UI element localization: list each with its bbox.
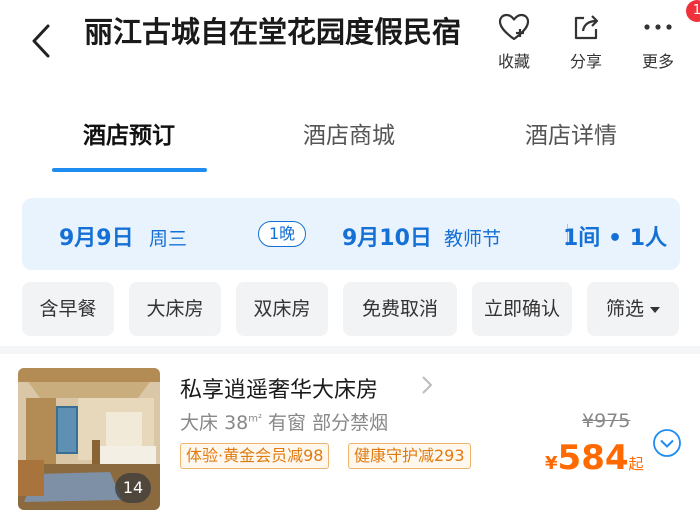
price-currency: ¥: [545, 453, 558, 474]
room-card[interactable]: 私享逍遥奢华大床房 大床 38m² 有窗 部分禁烟 体验·黄金会员减98 健康守…: [0, 354, 700, 519]
area-value: 38: [224, 412, 249, 434]
nights-badge: 1晚: [258, 221, 307, 247]
expand-chevron-icon[interactable]: [652, 428, 682, 458]
price-value: 584: [557, 438, 629, 478]
chevron-right-icon: [422, 376, 433, 394]
filter-button[interactable]: 筛选: [587, 282, 679, 336]
tab-hotel-details[interactable]: 酒店详情: [471, 116, 671, 150]
filter-free-cancel[interactable]: 免费取消: [343, 282, 457, 336]
section-divider: [0, 346, 700, 354]
smoking-info: 部分禁烟: [312, 412, 389, 434]
room-attributes: 大床 38m² 有窗 部分禁烟: [180, 408, 388, 435]
checkout-date[interactable]: 9月10日: [342, 220, 432, 252]
tab-bar: 酒店预订 酒店商城 酒店详情: [0, 108, 700, 174]
bed-type: 大床: [180, 412, 219, 434]
photo-count: 14: [115, 473, 151, 503]
active-tab-indicator: [52, 168, 207, 172]
price-suffix: 起: [628, 455, 644, 473]
original-price: ¥975: [582, 410, 631, 432]
filter-twin-bed[interactable]: 双床房: [236, 282, 328, 336]
rooms-guests[interactable]: 1间 • 1人: [563, 220, 667, 252]
back-arrow-icon[interactable]: [26, 22, 56, 60]
promo-tag-member: 体验·黄金会员减98: [180, 443, 330, 469]
checkout-day: 教师节: [444, 228, 502, 250]
tab-hotel-mall[interactable]: 酒店商城: [249, 116, 449, 150]
current-price: ¥584起: [545, 438, 644, 478]
notification-badge: 1: [686, 0, 700, 22]
room-name[interactable]: 私享逍遥奢华大床房: [180, 372, 378, 404]
room-area: 38m²: [224, 412, 262, 434]
more-button[interactable]: 更多: [630, 12, 686, 72]
more-dots-icon: [644, 24, 672, 30]
favorite-button[interactable]: 收藏: [486, 12, 542, 72]
filter-instant-confirm[interactable]: 立即确认: [472, 282, 572, 336]
more-label: 更多: [641, 52, 674, 71]
date-selector[interactable]: 9月9日 周三 1晚 9月10日 教师节 1间 • 1人: [22, 198, 680, 270]
area-unit: m²: [248, 413, 262, 425]
filter-label: 筛选: [605, 298, 644, 320]
checkin-date[interactable]: 9月9日: [59, 220, 134, 252]
favorite-label: 收藏: [497, 52, 530, 71]
checkin-day: 周三: [149, 228, 188, 250]
top-header: 丽江古城自在堂花园度假民宿 收藏 分享 更多 1: [0, 0, 700, 96]
share-label: 分享: [569, 52, 602, 71]
promo-tag-health: 健康守护减293: [348, 443, 471, 469]
heart-plus-icon: [498, 13, 530, 41]
filter-bar: 含早餐 大床房 双床房 免费取消 立即确认 筛选: [0, 282, 700, 338]
window-info: 有窗: [268, 412, 307, 434]
share-icon: [574, 15, 599, 40]
caret-down-icon: [650, 306, 660, 313]
share-button[interactable]: 分享: [558, 12, 614, 72]
tab-hotel-booking[interactable]: 酒店预订: [29, 116, 229, 150]
hotel-title: 丽江古城自在堂花园度假民宿: [84, 15, 462, 49]
filter-breakfast[interactable]: 含早餐: [22, 282, 114, 336]
filter-king-bed[interactable]: 大床房: [129, 282, 221, 336]
